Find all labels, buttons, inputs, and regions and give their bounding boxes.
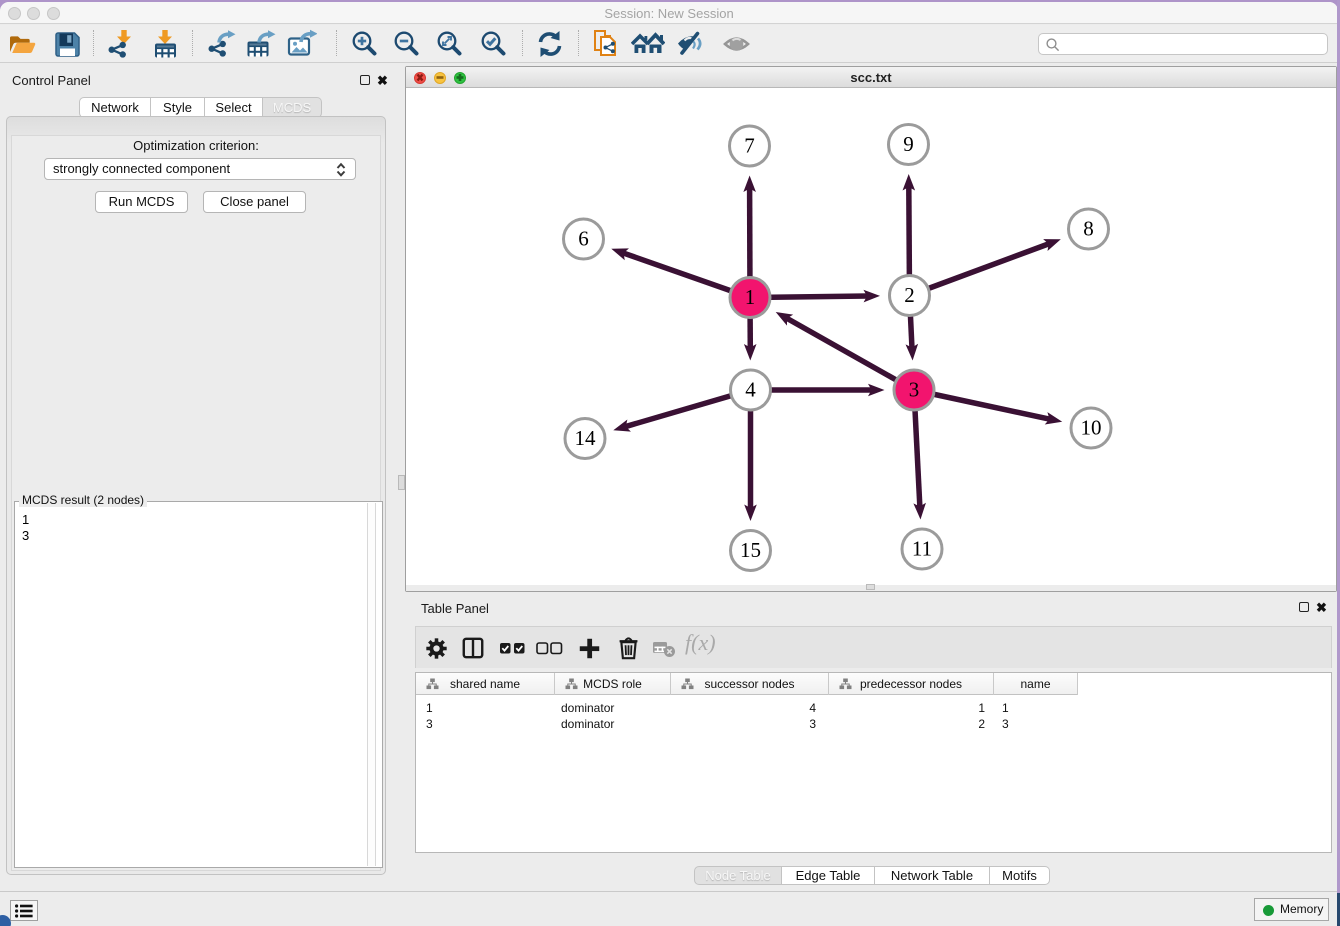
svg-text:9: 9	[903, 132, 914, 156]
svg-text:11: 11	[912, 537, 932, 561]
svg-text:14: 14	[575, 426, 597, 450]
svg-text:10: 10	[1081, 416, 1102, 440]
svg-text:15: 15	[740, 538, 761, 562]
svg-text:4: 4	[745, 378, 756, 402]
svg-text:8: 8	[1083, 217, 1094, 241]
svg-text:7: 7	[744, 134, 755, 158]
svg-text:3: 3	[909, 378, 920, 402]
svg-text:1: 1	[745, 285, 756, 309]
svg-text:2: 2	[904, 283, 915, 307]
svg-text:6: 6	[578, 227, 589, 251]
